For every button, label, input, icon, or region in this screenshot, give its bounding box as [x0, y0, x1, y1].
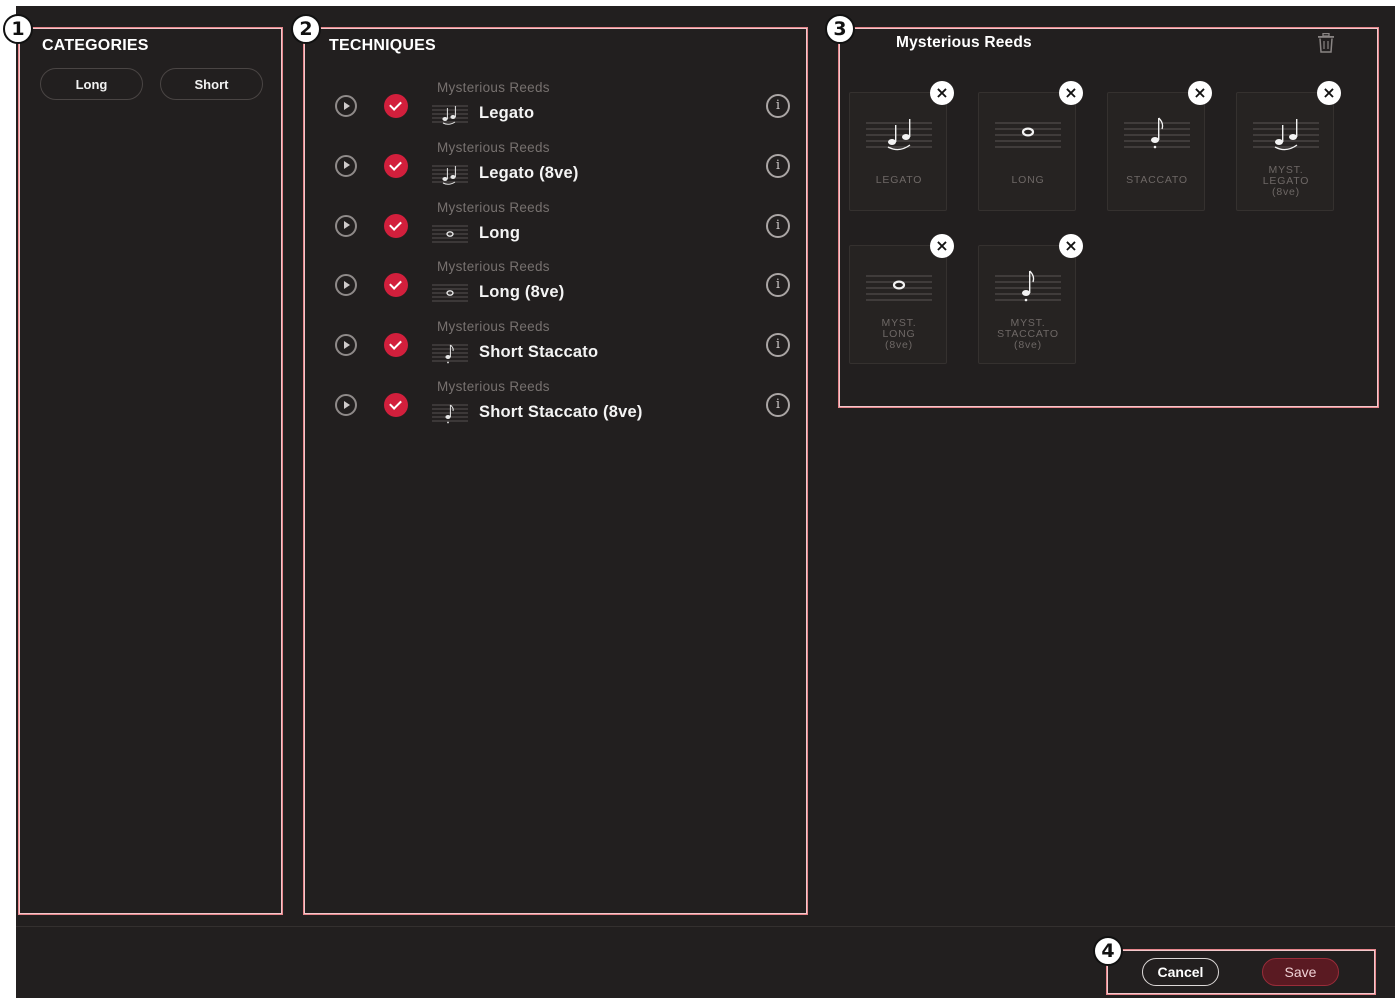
- info-icon[interactable]: i: [766, 333, 790, 358]
- trash-icon[interactable]: [1317, 33, 1335, 53]
- articulation-card[interactable]: MYST. LEGATO (8ve): [1236, 92, 1334, 211]
- technique-source: Mysterious Reeds: [437, 259, 550, 275]
- checkmark-icon[interactable]: [384, 94, 408, 118]
- play-icon[interactable]: [335, 274, 357, 297]
- technique-source: Mysterious Reeds: [437, 139, 550, 155]
- techniques-panel: TECHNIQUES Mysterious Reeds Legato i Myster…: [303, 27, 808, 915]
- categories-panel: CATEGORIES Long Short: [18, 27, 283, 915]
- staccato-icon: [995, 268, 1061, 304]
- technique-name: Legato (8ve): [479, 163, 579, 182]
- play-icon[interactable]: [335, 394, 357, 416]
- technique-name: Short Staccato (8ve): [479, 403, 643, 421]
- remove-card-icon[interactable]: ×: [930, 81, 954, 105]
- checkmark-icon[interactable]: [384, 393, 408, 417]
- legato-icon: [432, 162, 468, 186]
- technique-row[interactable]: Mysterious Reeds Long (8ve) i: [304, 254, 804, 314]
- card-label: STACCATO: [1126, 174, 1188, 186]
- remove-card-icon[interactable]: ×: [1059, 81, 1083, 105]
- whole-note-icon: [432, 281, 468, 305]
- category-chip-short[interactable]: Short: [160, 68, 263, 100]
- remove-card-icon[interactable]: ×: [930, 234, 954, 258]
- articulation-card[interactable]: LEGATO: [849, 92, 947, 211]
- staccato-icon: [432, 341, 468, 365]
- technique-row[interactable]: Mysterious Reeds Long i: [304, 195, 804, 255]
- play-icon[interactable]: [335, 95, 357, 117]
- checkmark-icon[interactable]: [384, 213, 408, 238]
- categories-title: CATEGORIES: [42, 37, 149, 54]
- info-icon[interactable]: i: [766, 94, 790, 118]
- legato-icon: [1253, 115, 1319, 151]
- save-button[interactable]: Save: [1262, 958, 1339, 986]
- checkmark-icon[interactable]: [384, 333, 408, 358]
- annotation-badge-2: 2: [291, 14, 321, 44]
- staccato-icon: [432, 401, 468, 425]
- remove-card-icon[interactable]: ×: [1317, 81, 1341, 105]
- technique-name: Long (8ve): [479, 283, 565, 302]
- card-label: MYST. LEGATO (8ve): [1262, 164, 1310, 198]
- legato-icon: [432, 102, 468, 126]
- info-icon[interactable]: i: [766, 393, 790, 417]
- legato-icon: [866, 115, 932, 151]
- technique-name: Short Staccato: [479, 343, 599, 362]
- card-label: MYST. LONG (8ve): [881, 317, 917, 351]
- whole-note-icon: [995, 115, 1061, 151]
- technique-source: Mysterious Reeds: [437, 379, 550, 394]
- technique-source: Mysterious Reeds: [437, 319, 550, 335]
- category-chip-long[interactable]: Long: [40, 68, 143, 100]
- articulation-card[interactable]: MYST. STACCATO (8ve): [978, 245, 1076, 364]
- whole-note-icon: [432, 222, 468, 246]
- articulation-card[interactable]: LONG: [978, 92, 1076, 211]
- technique-row[interactable]: Mysterious Reeds Short Staccato i: [304, 314, 804, 374]
- techniques-title: TECHNIQUES: [329, 37, 436, 54]
- whole-note-icon: [866, 268, 932, 304]
- cancel-button[interactable]: Cancel: [1142, 958, 1219, 986]
- info-icon[interactable]: i: [766, 213, 790, 238]
- footer-divider: [16, 926, 1395, 927]
- remove-card-icon[interactable]: ×: [1059, 234, 1083, 258]
- annotation-badge-3: 3: [825, 14, 855, 44]
- annotation-badge-4: 4: [1093, 936, 1123, 966]
- card-label: LONG: [1011, 174, 1045, 186]
- checkmark-icon[interactable]: [384, 273, 408, 298]
- annotation-badge-1: 1: [3, 14, 33, 44]
- technique-name: Long: [479, 223, 521, 242]
- info-icon[interactable]: i: [766, 153, 790, 178]
- remove-card-icon[interactable]: ×: [1188, 81, 1212, 105]
- articulation-card[interactable]: STACCATO: [1107, 92, 1205, 211]
- technique-row[interactable]: Mysterious Reeds Short Staccato (8ve) i: [304, 374, 804, 434]
- technique-source: Mysterious Reeds: [437, 199, 550, 215]
- play-icon[interactable]: [335, 334, 357, 357]
- play-icon[interactable]: [335, 154, 357, 177]
- card-label: LEGATO: [875, 174, 923, 186]
- staccato-icon: [1124, 115, 1190, 151]
- technique-source: Mysterious Reeds: [437, 80, 550, 95]
- technique-name: Legato: [479, 104, 535, 122]
- checkmark-icon[interactable]: [384, 153, 408, 178]
- card-label: MYST. STACCATO (8ve): [997, 317, 1059, 351]
- technique-row[interactable]: Mysterious Reeds Legato (8ve) i: [304, 135, 804, 195]
- preset-panel: Mysterious Reeds LEGATO × LONG × STACCATO × MY…: [838, 27, 1379, 408]
- technique-row[interactable]: Mysterious Reeds Legato i: [304, 75, 804, 135]
- preset-title: Mysterious Reeds: [896, 34, 1032, 51]
- footer-actions-panel: Cancel Save: [1106, 949, 1376, 995]
- play-icon[interactable]: [335, 214, 357, 237]
- info-icon[interactable]: i: [766, 273, 790, 298]
- articulation-card[interactable]: MYST. LONG (8ve): [849, 245, 947, 364]
